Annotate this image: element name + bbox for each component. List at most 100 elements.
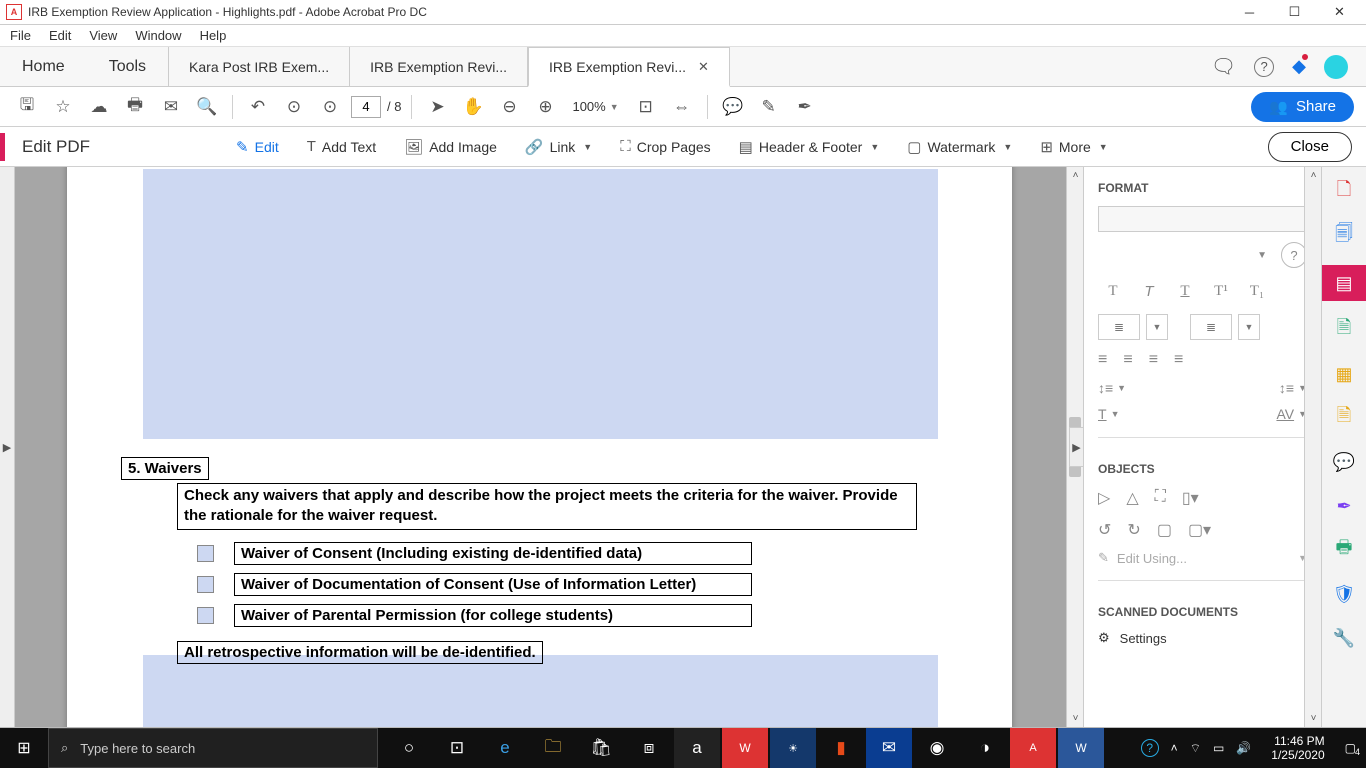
highlight-icon[interactable]: ✎: [754, 92, 784, 122]
link-tool[interactable]: 🔗Link▼: [513, 132, 604, 162]
zoom-dropdown-icon[interactable]: ▼: [610, 102, 619, 112]
office-icon[interactable]: ▮: [818, 728, 864, 768]
close-editbar-button[interactable]: Close: [1268, 132, 1352, 162]
align-justify-icon[interactable]: ≡: [1174, 351, 1183, 369]
doc-tab-2[interactable]: IRB Exemption Revi...: [350, 47, 528, 86]
battery-icon[interactable]: ▭: [1213, 741, 1224, 755]
number-list-icon[interactable]: ≣: [1190, 314, 1232, 340]
checkbox-3[interactable]: [197, 607, 214, 624]
left-panel-handle[interactable]: ▶: [0, 167, 15, 727]
bold-icon[interactable]: T: [1098, 278, 1128, 304]
rotate-right-icon[interactable]: ↻: [1127, 520, 1140, 540]
page-down-icon[interactable]: ⊙: [315, 92, 345, 122]
volume-icon[interactable]: 🔊: [1236, 741, 1251, 755]
add-image-tool[interactable]: 🖼Add Image: [392, 132, 509, 162]
superscript-icon[interactable]: T¹: [1206, 278, 1236, 304]
menu-view[interactable]: View: [89, 28, 117, 43]
number-list-dropdown[interactable]: ▼: [1238, 314, 1260, 340]
explorer-icon[interactable]: 🗀: [530, 728, 576, 768]
minimize-button[interactable]: ─: [1227, 0, 1272, 25]
undo-icon[interactable]: ↶: [243, 92, 273, 122]
checkbox-2[interactable]: [197, 576, 214, 593]
close-window-button[interactable]: ✕: [1317, 0, 1362, 25]
maximize-button[interactable]: ☐: [1272, 0, 1317, 25]
search-icon[interactable]: 🔍: [192, 92, 222, 122]
save-icon[interactable]: 🖫: [12, 92, 42, 122]
print-icon[interactable]: 🖶: [120, 92, 150, 122]
create-pdf-icon[interactable]: 🗋: [1329, 177, 1359, 207]
help-tray-icon[interactable]: ?: [1141, 739, 1159, 757]
sign-icon[interactable]: ✒: [790, 92, 820, 122]
menu-edit[interactable]: Edit: [49, 28, 71, 43]
comment-icon[interactable]: 💬: [718, 92, 748, 122]
rotate-left-icon[interactable]: ↺: [1098, 520, 1111, 540]
settings-row[interactable]: ⚙Settings: [1084, 625, 1321, 651]
chrome-icon[interactable]: ◉: [914, 728, 960, 768]
protect-icon[interactable]: 🛡: [1329, 579, 1359, 609]
doc-tab-1[interactable]: Kara Post IRB Exem...: [169, 47, 350, 86]
cloud-upload-icon[interactable]: ☁: [84, 92, 114, 122]
line-spacing[interactable]: ↕≡ ▼: [1098, 380, 1126, 396]
wifi-icon[interactable]: ⌔: [1190, 741, 1201, 756]
align-center-icon[interactable]: ≡: [1123, 351, 1132, 369]
horizontal-scale[interactable]: T ▼: [1098, 406, 1119, 422]
doc-tab-3[interactable]: IRB Exemption Revi...✕: [528, 47, 730, 87]
pointer-icon[interactable]: ➤: [422, 92, 452, 122]
taskbar-search[interactable]: ⌕ Type here to search: [48, 728, 378, 768]
tray-chevron-icon[interactable]: ˄: [1171, 741, 1178, 755]
organize-icon[interactable]: ▦: [1329, 359, 1359, 389]
chat-icon[interactable]: 🗨: [1211, 54, 1236, 79]
more-tools-icon[interactable]: 🔧: [1329, 623, 1359, 653]
store-icon[interactable]: 🛍: [578, 728, 624, 768]
scroll-down-icon[interactable]: ˅: [1067, 710, 1084, 727]
fit-width-icon[interactable]: ⊡: [631, 92, 661, 122]
page-number-input[interactable]: [351, 96, 381, 118]
edit-using[interactable]: ✎Edit Using...▼: [1084, 546, 1321, 570]
document-viewport[interactable]: 5. Waivers Check any waivers that apply …: [15, 167, 1066, 727]
subscript-icon[interactable]: T₁: [1242, 278, 1272, 304]
comment-tool-icon[interactable]: 💬: [1329, 447, 1359, 477]
arrange-icon[interactable]: ▢▾: [1188, 520, 1211, 540]
font-size-dropdown[interactable]: ▼: [1257, 250, 1267, 261]
right-panel-handle[interactable]: ▶: [1069, 427, 1084, 467]
add-text-tool[interactable]: TAdd Text: [295, 132, 388, 162]
align-objects-icon[interactable]: ▯▾: [1182, 488, 1199, 508]
edit-pdf-icon[interactable]: ▤: [1322, 265, 1366, 301]
scroll-up-icon[interactable]: ˄: [1067, 167, 1084, 184]
page-up-icon[interactable]: ⊙: [279, 92, 309, 122]
tab-close-icon[interactable]: ✕: [698, 59, 709, 75]
cortana-icon[interactable]: ○: [386, 728, 432, 768]
flip-vertical-icon[interactable]: △: [1126, 488, 1138, 508]
export-pdf-icon[interactable]: 🗎: [1329, 315, 1359, 345]
menu-window[interactable]: Window: [135, 28, 181, 43]
dropbox-icon[interactable]: ⧈: [626, 728, 672, 768]
fit-page-icon[interactable]: ⇔: [667, 92, 697, 122]
checkbox-1[interactable]: [197, 545, 214, 562]
wps-icon[interactable]: W: [722, 728, 768, 768]
bullet-list-icon[interactable]: ≣: [1098, 314, 1140, 340]
bullet-list-dropdown[interactable]: ▼: [1146, 314, 1168, 340]
scan-icon[interactable]: 🖶: [1329, 535, 1359, 565]
watermark-tool[interactable]: ▢Watermark▼: [895, 132, 1024, 162]
italic-icon[interactable]: T: [1134, 278, 1164, 304]
character-spacing[interactable]: AV ▼: [1276, 406, 1307, 422]
header-footer-tool[interactable]: ▤Header & Footer▼: [727, 132, 892, 162]
help-icon[interactable]: ?: [1254, 57, 1274, 77]
mail-app-icon[interactable]: ✉: [866, 728, 912, 768]
sign-tool-icon[interactable]: ✒: [1329, 491, 1359, 521]
zoom-value[interactable]: 100%: [572, 99, 605, 114]
hand-icon[interactable]: ✋: [458, 92, 488, 122]
user-avatar[interactable]: [1324, 55, 1348, 79]
zoom-out-icon[interactable]: ⊖: [494, 92, 524, 122]
share-button[interactable]: 👥Share: [1251, 92, 1354, 122]
task-view-icon[interactable]: ⊡: [434, 728, 480, 768]
notification-bell-icon[interactable]: ◆: [1292, 56, 1306, 77]
mail-icon[interactable]: ✉: [156, 92, 186, 122]
app-generic-icon[interactable]: ◑: [962, 728, 1008, 768]
more-tool[interactable]: ⊞More▼: [1028, 132, 1119, 162]
start-button[interactable]: ⊞: [0, 738, 48, 758]
flip-horizontal-icon[interactable]: ▷: [1098, 488, 1110, 508]
menu-file[interactable]: File: [10, 28, 31, 43]
paragraph-spacing[interactable]: ↕≡ ▼: [1279, 380, 1307, 396]
combine-files-icon[interactable]: 🗐: [1329, 221, 1359, 251]
